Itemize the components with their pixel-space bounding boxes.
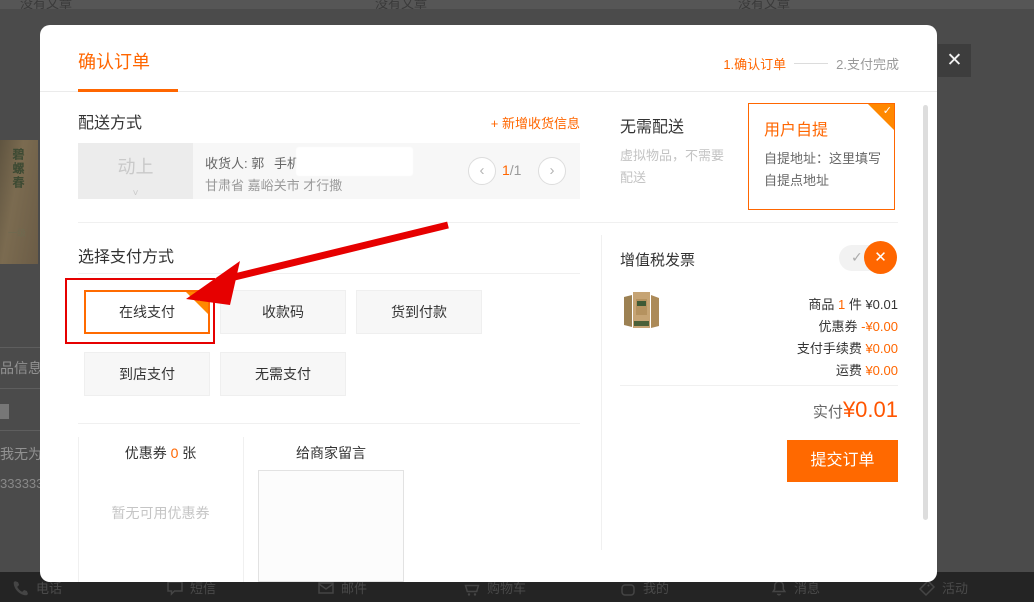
payment-option-nopay[interactable]: 无需支付 xyxy=(220,352,346,396)
placeholder-text: 没有文章 xyxy=(20,0,72,9)
modal-title: 确认订单 xyxy=(78,48,150,74)
prev-page-button[interactable]: ‹ xyxy=(468,157,496,185)
summary-goods-line: 商品 1 件 ¥0.01 xyxy=(640,294,898,313)
total-row: 实付¥0.01 xyxy=(620,397,898,423)
goods-unit: 件 xyxy=(849,297,862,312)
pickup-desc: 自提地址：这里填写自提点地址 xyxy=(764,148,882,192)
payment-option-instore[interactable]: 到店支付 xyxy=(84,352,210,396)
background-product-image: 碧螺春 一级 xyxy=(0,140,38,264)
background-divider xyxy=(0,388,42,389)
page-current: 1 xyxy=(502,162,510,178)
background-divider xyxy=(0,430,42,431)
background-topbar: 没有文章 没有文章 没有文章 xyxy=(0,0,1034,9)
summary-fee-line: 支付手续费 ¥0.00 xyxy=(640,338,898,357)
coupon-divider xyxy=(78,423,580,424)
page-total: /1 xyxy=(510,162,522,178)
coupon-label: 优惠券 xyxy=(818,319,857,334)
total-amount: ¥0.01 xyxy=(843,397,898,422)
payment-option-label: 无需支付 xyxy=(255,366,311,382)
title-underline xyxy=(78,89,178,92)
no-delivery-title[interactable]: 无需配送 xyxy=(620,113,684,137)
background-fragment-glyph xyxy=(0,404,9,419)
nav-label: 活动 xyxy=(942,578,968,597)
pickup-option-card[interactable]: 用户自提 自提地址：这里填写自提点地址 ✓ xyxy=(748,103,895,210)
section-divider xyxy=(78,222,898,223)
payment-option-cod[interactable]: 货到付款 xyxy=(356,290,482,334)
payment-option-label: 货到付款 xyxy=(391,304,447,320)
product-package-grade: 一级 xyxy=(8,226,26,239)
step-payment-complete: 2.支付完成 xyxy=(836,54,899,73)
coupon-amount: -¥0.00 xyxy=(861,319,898,334)
summary-divider xyxy=(620,385,898,386)
payment-option-label: 到店支付 xyxy=(119,366,175,382)
background-fragment-text: 我无为 xyxy=(0,444,42,464)
column-divider xyxy=(601,235,602,550)
goods-count: 1 xyxy=(838,297,845,312)
payment-heading: 选择支付方式 xyxy=(78,243,174,267)
fee-label: 支付手续费 xyxy=(797,341,862,356)
next-page-button[interactable]: › xyxy=(538,157,566,185)
checkout-steps: 1.确认订单 2.支付完成 xyxy=(723,54,899,73)
coupon-title: 优惠券 0 张 xyxy=(78,443,243,463)
address-text: 甘肃省 嘉峪关市 才行撒 xyxy=(205,175,342,194)
coupon-empty-text: 暂无可用优惠券 xyxy=(78,503,243,523)
page-indicator: 1/1 xyxy=(502,162,521,178)
shipping-amount: ¥0.00 xyxy=(865,363,898,378)
delivery-template-name: 动上 xyxy=(78,143,193,191)
coupon-count: 0 xyxy=(171,445,179,461)
merchant-message-input[interactable] xyxy=(258,470,404,582)
modal-scrollbar[interactable] xyxy=(923,105,928,520)
check-icon: ✓ xyxy=(883,104,892,117)
payment-option-qrcode[interactable]: 收款码 xyxy=(220,290,346,334)
no-delivery-desc: 虚拟物品，不需要配送 xyxy=(620,145,732,189)
background-divider xyxy=(0,347,42,348)
total-label: 实付 xyxy=(813,404,843,421)
step-connector xyxy=(794,63,828,64)
close-icon[interactable]: ✕ xyxy=(938,44,971,77)
goods-amount: ¥0.01 xyxy=(865,297,898,312)
payment-divider xyxy=(78,273,580,274)
confirm-order-modal: 确认订单 1.确认订单 2.支付完成 配送方式 + 新增收货信息 动上 ˅ 收货… xyxy=(40,25,937,582)
invoice-heading: 增值税发票 xyxy=(620,249,695,270)
payment-option-label: 收款码 xyxy=(262,304,304,320)
annotation-highlight-box xyxy=(65,278,215,344)
delivery-option-row[interactable]: 动上 ˅ 收货人: 郭 手机: 甘肃省 嘉峪关市 才行撒 ‹ 1/1 › xyxy=(78,143,580,199)
delivery-template[interactable]: 动上 ˅ xyxy=(78,143,193,199)
step-confirm-order: 1.确认订单 xyxy=(723,54,786,73)
placeholder-text: 没有文章 xyxy=(738,0,790,9)
add-address-link[interactable]: + 新增收货信息 xyxy=(440,113,580,132)
pickup-title: 用户自提 xyxy=(764,116,828,140)
goods-label: 商品 xyxy=(808,297,834,312)
shipping-label: 运费 xyxy=(836,363,862,378)
coupon-message-divider xyxy=(243,437,244,582)
phone-censor-patch xyxy=(296,147,413,176)
page-root: 没有文章 没有文章 没有文章 碧螺春 一级 品信息 我无为 33333333 电… xyxy=(0,0,1034,602)
product-package-title: 碧螺春 xyxy=(10,148,27,190)
placeholder-text: 没有文章 xyxy=(375,0,427,9)
fee-amount: ¥0.00 xyxy=(865,341,898,356)
invoice-toggle-off[interactable]: ✕ xyxy=(864,241,897,274)
submit-order-button[interactable]: 提交订单 xyxy=(787,440,898,482)
coupon-label: 优惠券 xyxy=(125,445,167,461)
background-fragment-info: 品信息 xyxy=(0,358,42,378)
check-icon: ✓ xyxy=(851,249,863,266)
phone-icon xyxy=(12,579,30,597)
merchant-message-heading: 给商家留言 xyxy=(258,443,404,463)
coupon-unit: 张 xyxy=(182,445,196,461)
recipient-text: 收货人: 郭 xyxy=(205,153,264,172)
summary-coupon-line: 优惠券 -¥0.00 xyxy=(640,316,898,335)
delivery-heading: 配送方式 xyxy=(78,109,142,133)
chevron-down-icon: ˅ xyxy=(78,189,193,199)
summary-shipping-line: 运费 ¥0.00 xyxy=(640,360,898,379)
